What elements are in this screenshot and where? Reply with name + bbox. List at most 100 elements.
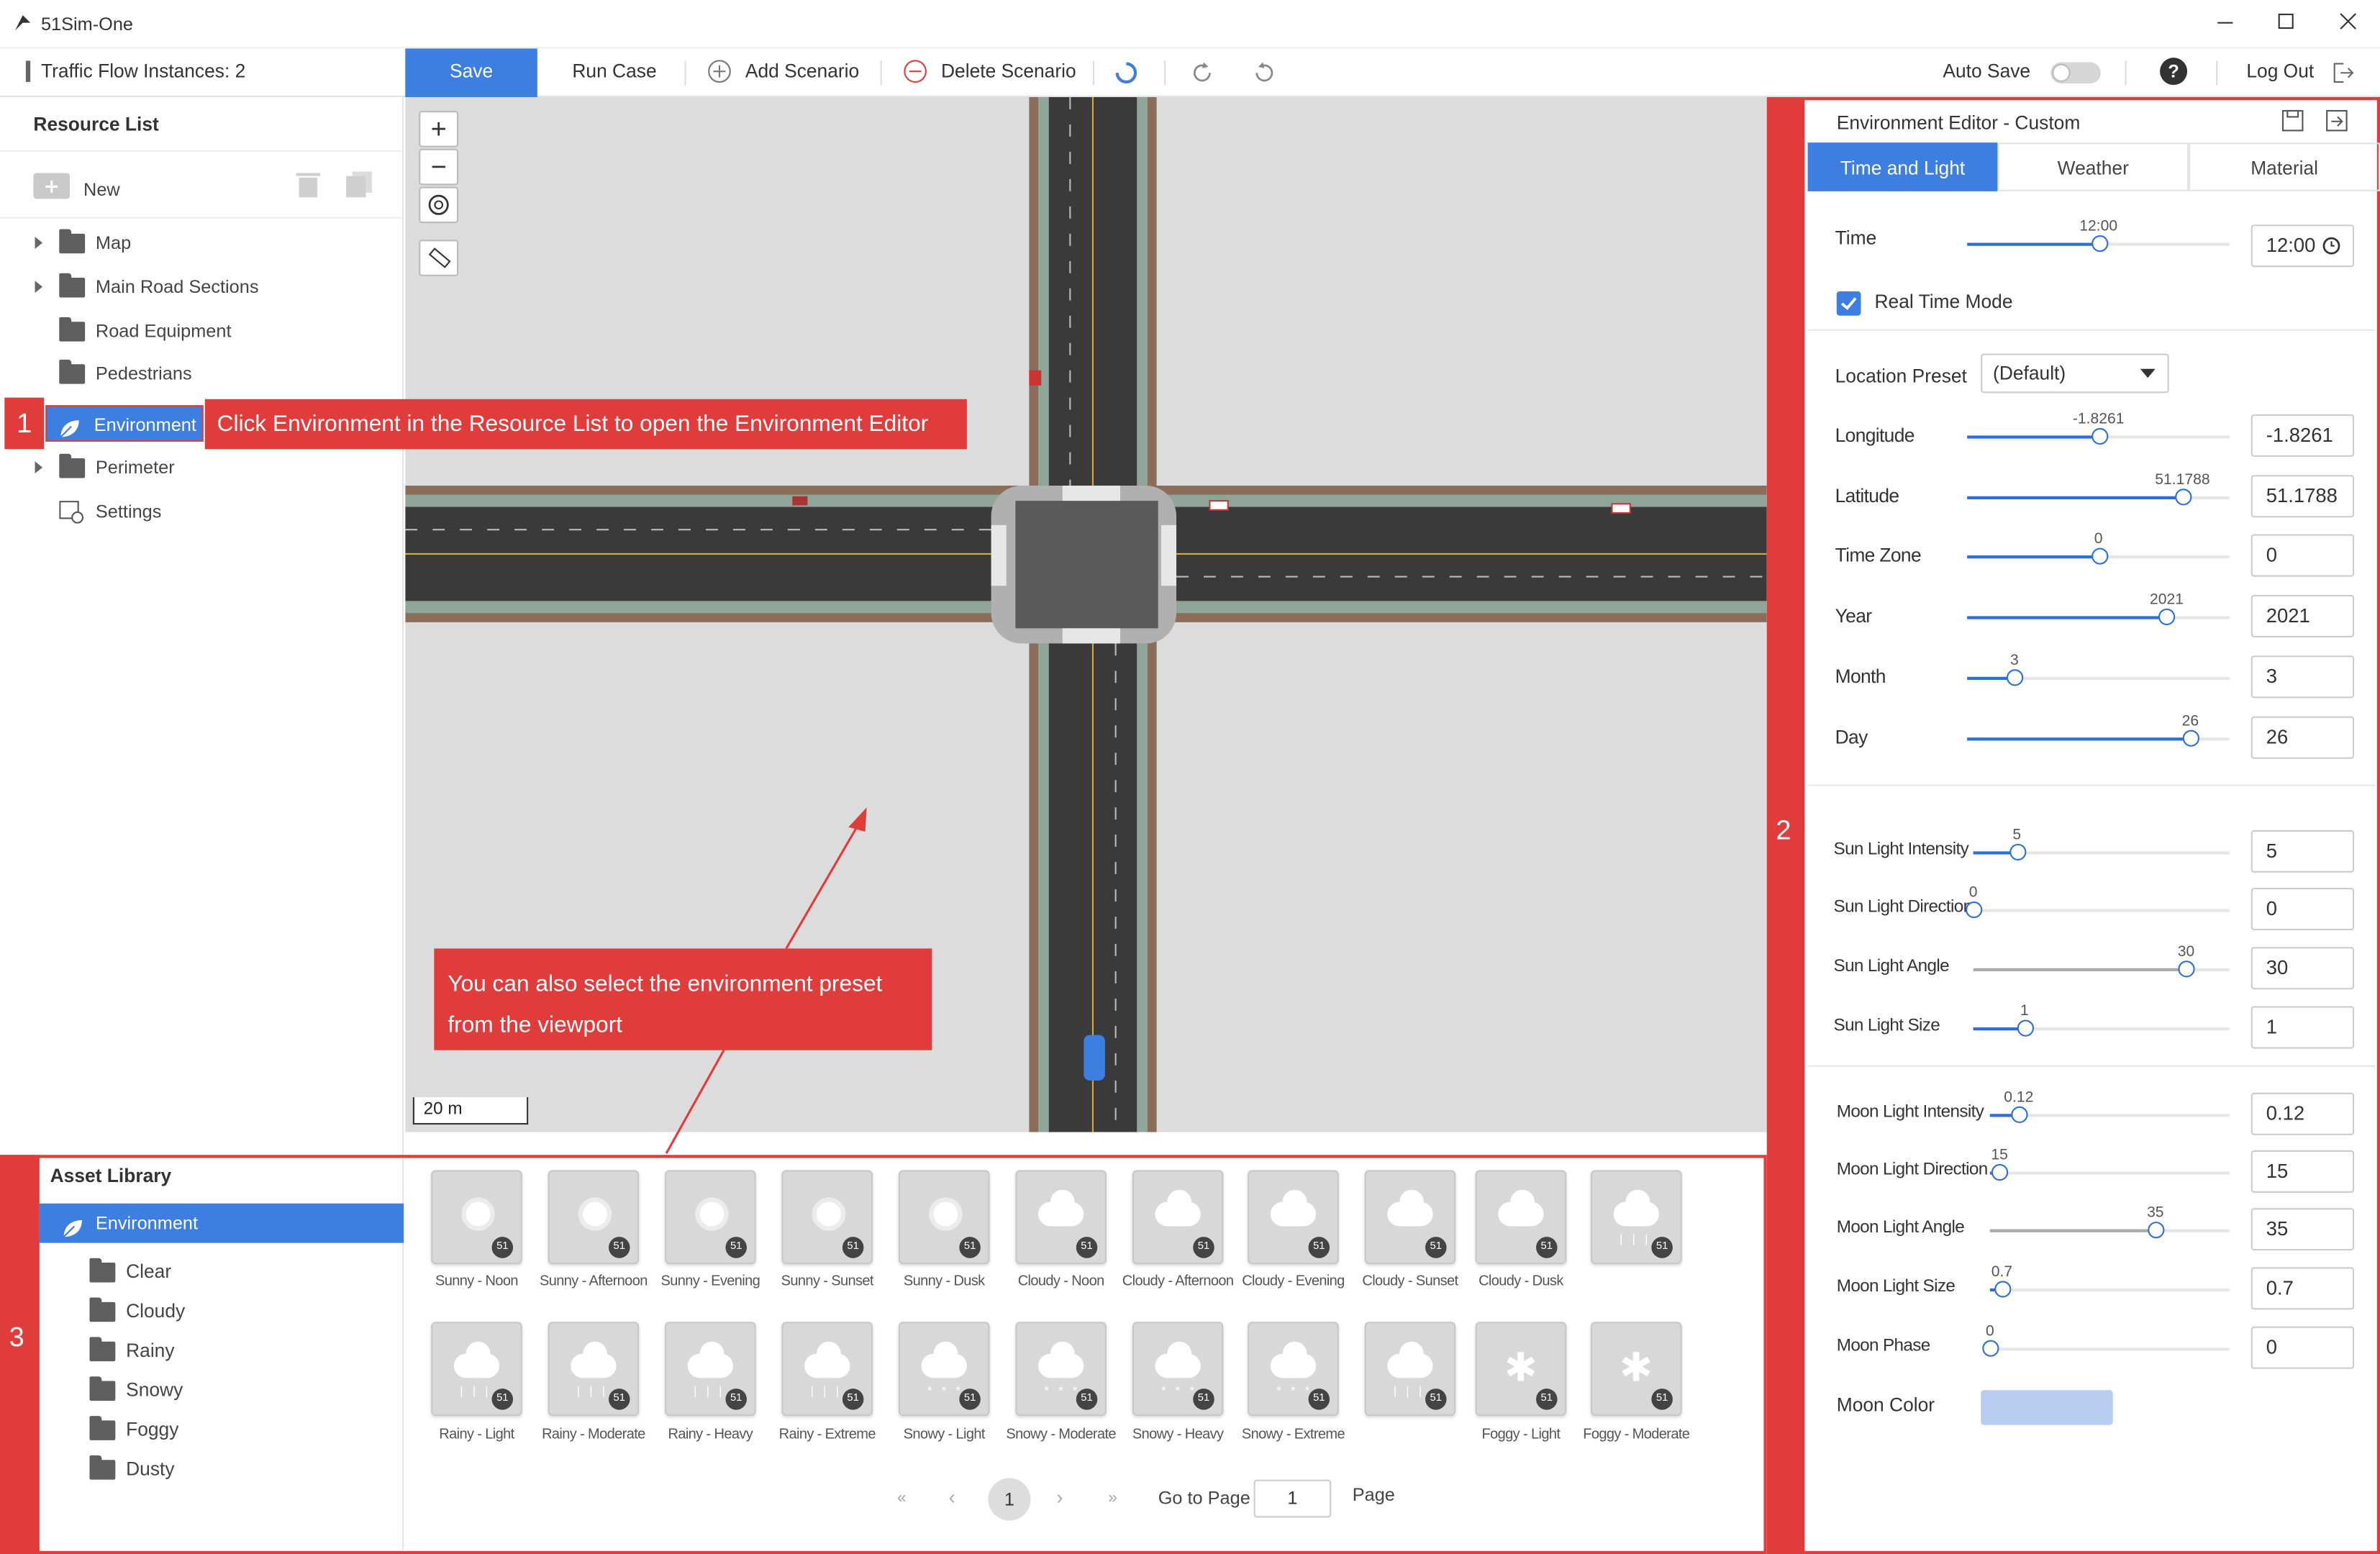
new-button[interactable]: New	[83, 179, 120, 201]
asset-tile-cloudy-sunset[interactable]: 51	[1364, 1170, 1456, 1265]
asset-tile-sunny-sunset[interactable]: 51	[781, 1170, 873, 1265]
time-slider[interactable]: 12:00	[1967, 219, 2230, 253]
close-icon[interactable]	[2339, 12, 2357, 30]
save-preset-icon[interactable]	[2281, 109, 2304, 132]
asset-category-clear[interactable]: Clear	[40, 1255, 404, 1288]
slider-thumb[interactable]	[2148, 1222, 2165, 1239]
slider-thumb[interactable]	[2091, 427, 2108, 445]
real-time-mode-checkbox[interactable]	[1836, 291, 1861, 316]
moon-color-swatch[interactable]	[1981, 1390, 2113, 1425]
undo-icon[interactable]	[1253, 60, 1277, 85]
moon-light-intensity-input[interactable]: 0.12	[2250, 1092, 2355, 1135]
moon-light-direction-slider[interactable]: 15	[1989, 1148, 2230, 1181]
tree-item-pedestrians[interactable]: Pedestrians	[0, 357, 404, 390]
time-zone-input[interactable]: 0	[2250, 534, 2355, 577]
month-input[interactable]: 3	[2250, 655, 2355, 699]
prev-page-icon[interactable]: ‹	[949, 1486, 955, 1509]
save-button[interactable]: Save	[405, 48, 537, 98]
moon-light-angle-input[interactable]: 35	[2250, 1208, 2355, 1251]
sun-light-intensity-slider[interactable]: 5	[1973, 827, 2230, 861]
slider-thumb[interactable]	[2174, 489, 2192, 506]
asset-tile-cloudy-afternoon[interactable]: 51	[1132, 1170, 1224, 1265]
tab-weather[interactable]: Weather	[1997, 142, 2189, 191]
auto-save-toggle[interactable]	[2050, 62, 2101, 84]
log-out-button[interactable]: Log Out	[2246, 49, 2314, 94]
expand-caret-icon[interactable]	[35, 461, 43, 474]
first-page-icon[interactable]: «	[897, 1489, 907, 1507]
redo-icon[interactable]	[1190, 60, 1214, 85]
asset-tile-sunny-dusk[interactable]: 51	[898, 1170, 990, 1265]
moon-phase-slider[interactable]: 0	[1982, 1323, 2230, 1357]
log-out-icon[interactable]	[2330, 60, 2354, 85]
delete-resource-icon[interactable]	[296, 171, 321, 199]
asset-tile-snowy-heavy[interactable]: * * * 51	[1132, 1322, 1224, 1417]
moon-phase-input[interactable]: 0	[2250, 1326, 2355, 1369]
asset-tile-snowy-extreme[interactable]: * * * 51	[1248, 1322, 1339, 1417]
slider-thumb[interactable]	[1982, 1340, 1999, 1357]
tree-item-settings[interactable]: Settings	[0, 495, 404, 528]
moon-light-direction-input[interactable]: 15	[2250, 1150, 2355, 1193]
day-slider[interactable]: 26	[1967, 713, 2230, 747]
zoom-in-button[interactable]: +	[419, 110, 459, 147]
moon-light-intensity-slider[interactable]: 0.12	[1989, 1090, 2230, 1123]
asset-tile-sunny-noon[interactable]: 51	[431, 1170, 522, 1265]
moon-light-size-slider[interactable]: 0.7	[1989, 1264, 2230, 1298]
moon-light-angle-slider[interactable]: 35	[1989, 1205, 2230, 1239]
asset-category-foggy[interactable]: Foggy	[40, 1413, 404, 1446]
expand-caret-icon[interactable]	[35, 237, 43, 249]
page-input[interactable]: 1	[1253, 1479, 1332, 1518]
day-input[interactable]: 26	[2250, 716, 2355, 759]
asset-tile-sunny-evening[interactable]: 51	[665, 1170, 756, 1265]
latitude-input[interactable]: 51.1788	[2250, 475, 2355, 518]
slider-thumb[interactable]	[1966, 901, 1983, 919]
asset-tile-sunny-afternoon[interactable]: 51	[548, 1170, 640, 1265]
export-preset-icon[interactable]	[2325, 109, 2348, 132]
delete-scenario-button[interactable]: Delete Scenario	[941, 49, 1076, 94]
asset-tile-cloudy-noon[interactable]: 51	[1015, 1170, 1107, 1265]
asset-tile-foggy-light[interactable]: ✱ 51	[1475, 1322, 1567, 1417]
add-scenario-button[interactable]: Add Scenario	[745, 49, 859, 94]
sun-light-direction-slider[interactable]: 0	[1966, 885, 2230, 919]
year-input[interactable]: 2021	[2250, 594, 2355, 637]
location-preset-select[interactable]: (Default)	[1981, 353, 2169, 394]
time-input[interactable]: 12:00	[2250, 224, 2355, 268]
asset-tile-cloudy-dusk[interactable]: 51	[1475, 1170, 1567, 1265]
time-zone-slider[interactable]: 0	[1967, 531, 2230, 565]
minimize-icon[interactable]	[2216, 12, 2234, 30]
asset-category-rainy[interactable]: Rainy	[40, 1334, 404, 1367]
tree-item-road-equipment[interactable]: Road Equipment	[0, 314, 404, 347]
zoom-out-button[interactable]: −	[419, 148, 459, 186]
slider-thumb[interactable]	[2182, 730, 2200, 747]
tree-item-map[interactable]: Map	[0, 226, 404, 259]
new-folder-icon[interactable]	[33, 173, 71, 199]
sun-light-size-slider[interactable]: 1	[1973, 1003, 2230, 1037]
slider-thumb[interactable]	[2017, 1019, 2034, 1037]
sun-light-intensity-input[interactable]: 5	[2250, 830, 2355, 873]
moon-light-size-input[interactable]: 0.7	[2250, 1267, 2355, 1310]
asset-tile-rainy-heavy[interactable]: | | | 51	[665, 1322, 756, 1417]
measure-button[interactable]	[419, 240, 459, 276]
month-slider[interactable]: 3	[1967, 653, 2230, 686]
next-page-icon[interactable]: ›	[1056, 1486, 1063, 1509]
copy-resource-icon[interactable]	[346, 171, 373, 199]
sun-light-angle-slider[interactable]: 30	[1973, 944, 2230, 978]
asset-tile-foggy-moderate[interactable]: ✱ 51	[1590, 1322, 1682, 1417]
help-icon[interactable]: ?	[2160, 58, 2188, 86]
current-page-button[interactable]: 1	[988, 1478, 1031, 1521]
asset-tile-snowy-moderate[interactable]: * * * 51	[1015, 1322, 1107, 1417]
slider-thumb[interactable]	[2091, 235, 2108, 253]
sun-light-direction-input[interactable]: 0	[2250, 887, 2355, 931]
slider-thumb[interactable]	[2011, 1106, 2028, 1123]
asset-category-dusty[interactable]: Dusty	[40, 1453, 404, 1486]
asset-tile-cloudy-evening[interactable]: 51	[1248, 1170, 1339, 1265]
latitude-slider[interactable]: 51.1788	[1967, 472, 2230, 506]
asset-tile[interactable]: | | | 51	[1364, 1322, 1456, 1417]
sun-light-angle-input[interactable]: 30	[2250, 947, 2355, 990]
slider-thumb[interactable]	[1994, 1281, 2012, 1298]
longitude-slider[interactable]: -1.8261	[1967, 412, 2230, 445]
asset-root-environment[interactable]: Environment	[39, 1203, 404, 1243]
slider-thumb[interactable]	[2091, 547, 2108, 565]
asset-tile-rainy-moderate[interactable]: | | | 51	[548, 1322, 640, 1417]
asset-tile-rainy-extreme[interactable]: | | | 51	[781, 1322, 873, 1417]
asset-category-cloudy[interactable]: Cloudy	[40, 1294, 404, 1327]
